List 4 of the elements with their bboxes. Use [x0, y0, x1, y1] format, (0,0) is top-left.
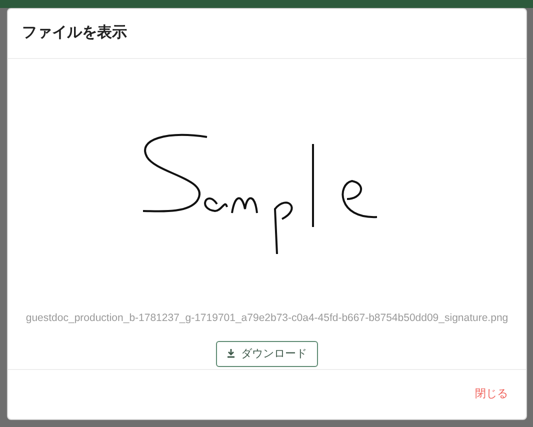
dialog-title: ファイルを表示: [22, 23, 127, 44]
download-button[interactable]: ダウンロード: [216, 340, 318, 367]
download-icon: [227, 349, 235, 358]
file-name: guestdoc_production_b-1781237_g-1719701_a79e2b73-c0a4-45fd-b667-b8754b50dd09_signature.png: [26, 311, 508, 326]
